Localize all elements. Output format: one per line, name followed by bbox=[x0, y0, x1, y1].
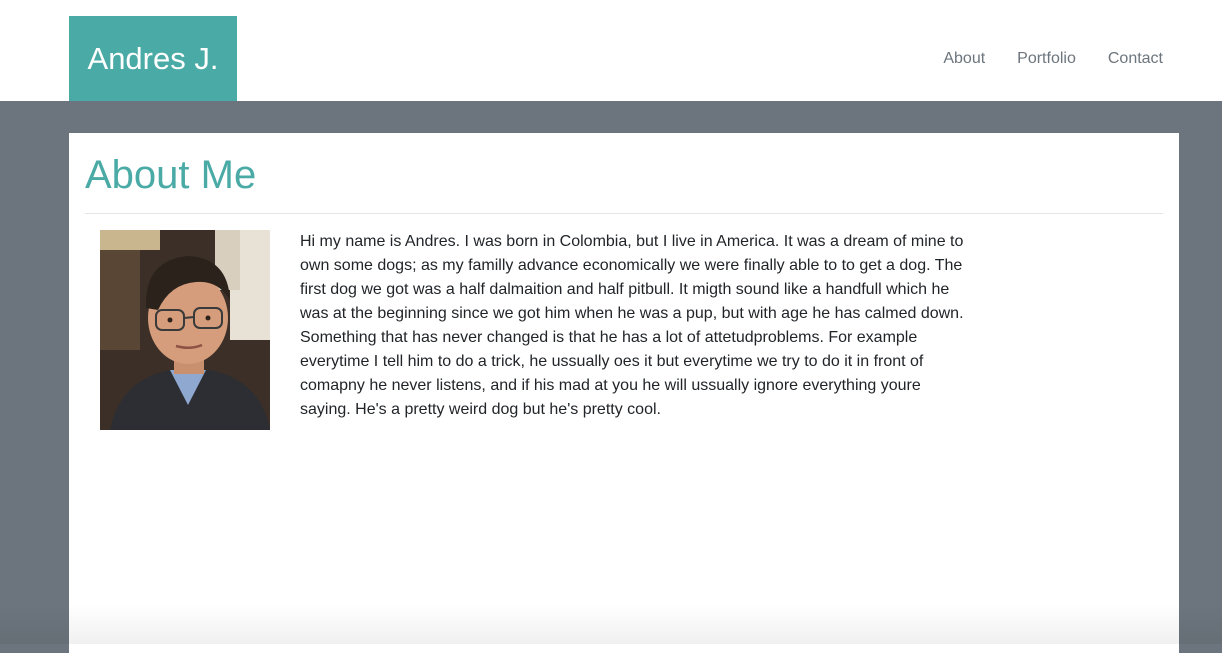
nav-link-about[interactable]: About bbox=[943, 48, 985, 70]
page-title: About Me bbox=[85, 153, 257, 197]
nav-link-contact[interactable]: Contact bbox=[1108, 48, 1163, 70]
brand-logo[interactable]: Andres J. bbox=[69, 16, 237, 101]
bio-paragraph: Hi my name is Andres. I was born in Colo… bbox=[300, 233, 964, 418]
main-nav: About Portfolio Contact bbox=[911, 48, 1163, 70]
about-card: About Me Hi my name is Andres. I was bor… bbox=[69, 133, 1179, 653]
nav-link-portfolio[interactable]: Portfolio bbox=[1017, 48, 1076, 70]
title-divider bbox=[85, 213, 1163, 214]
profile-photo bbox=[100, 230, 270, 430]
top-navbar: Andres J. About Portfolio Contact bbox=[0, 0, 1222, 101]
